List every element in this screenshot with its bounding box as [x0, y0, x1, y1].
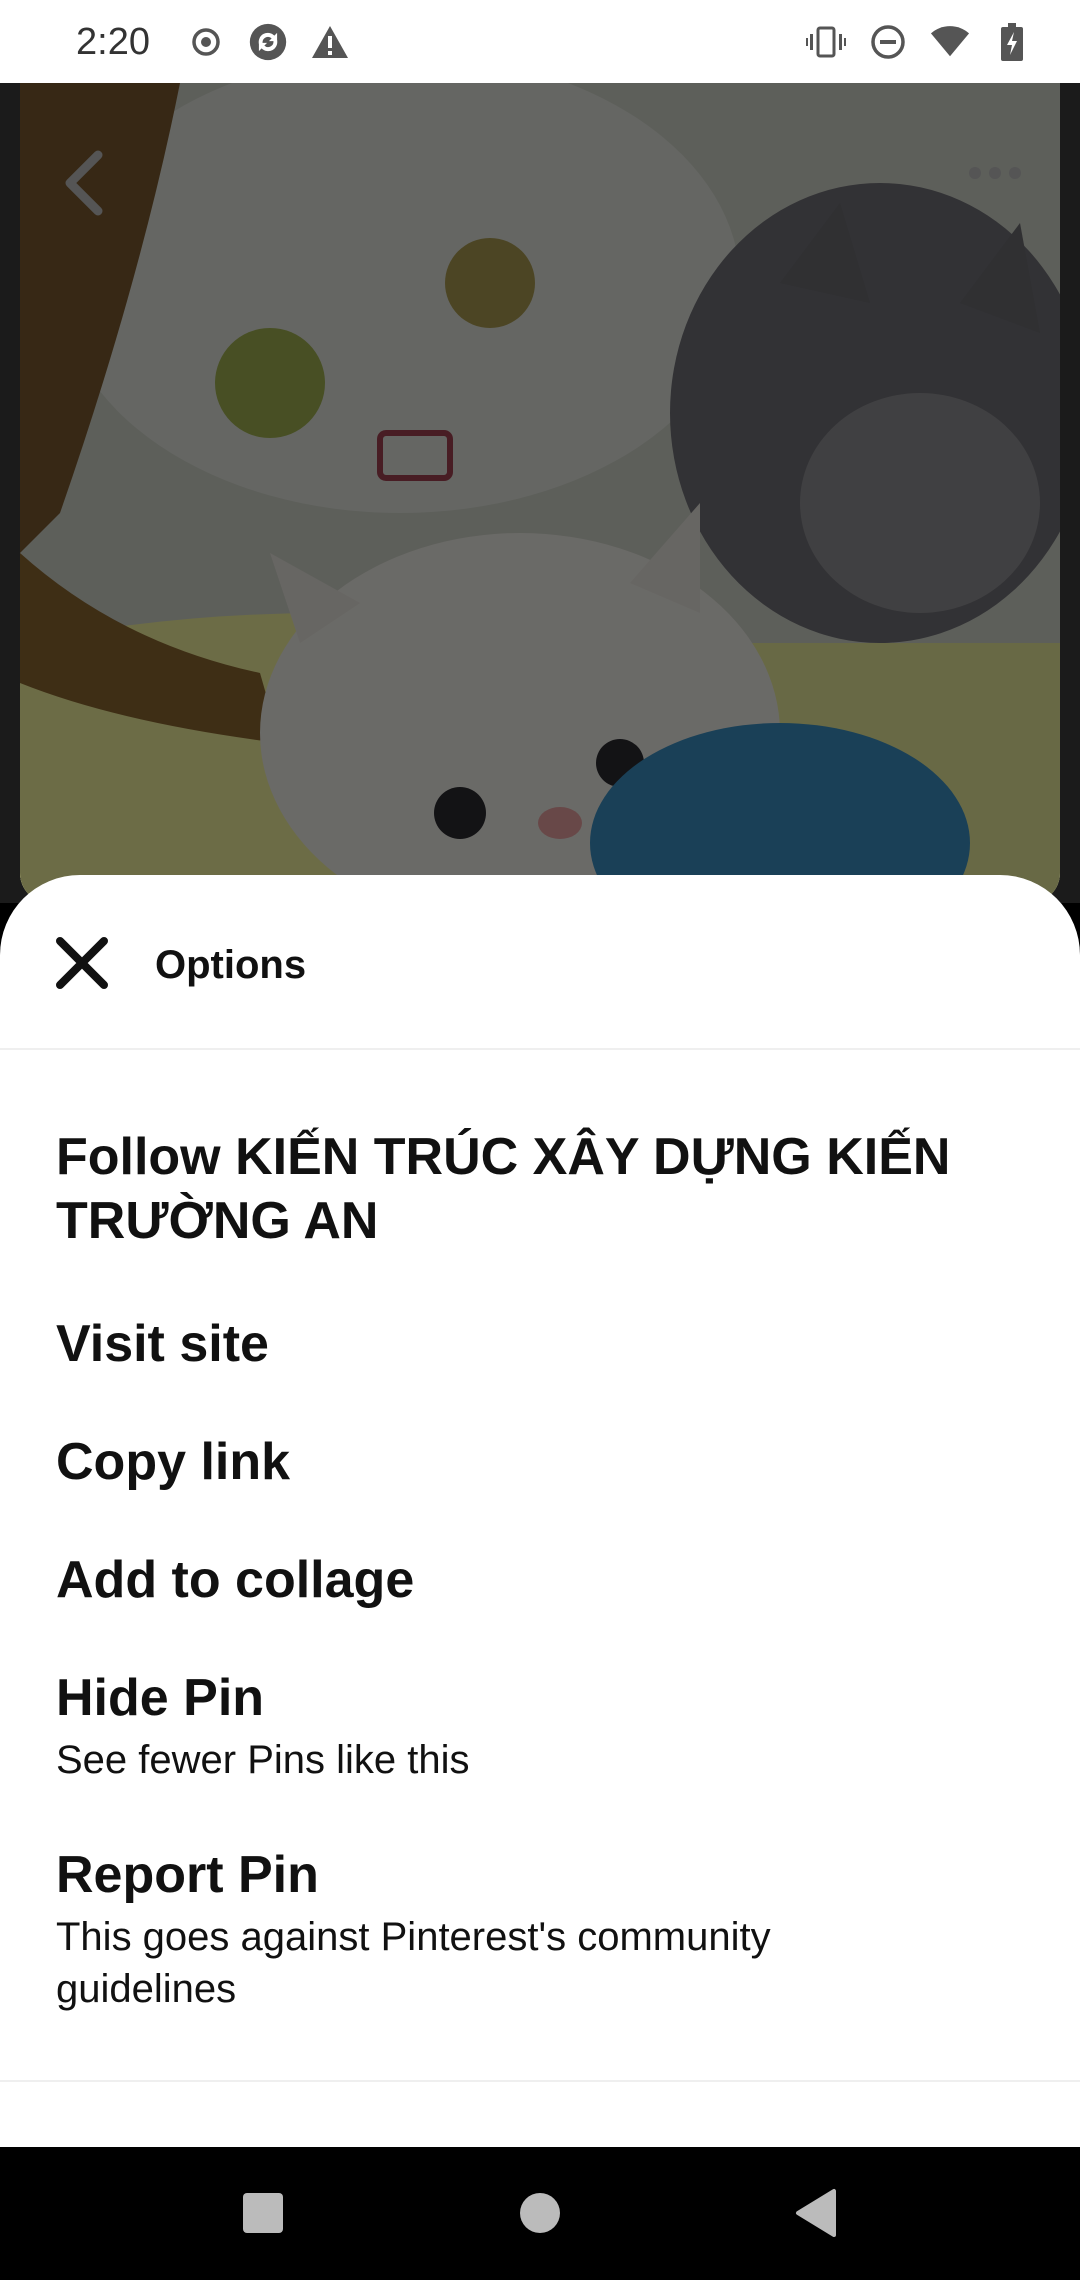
options-sheet: Options Follow KIẾN TRÚC XÂY DỰNG KIẾN T…: [0, 875, 1080, 2147]
back-button[interactable]: [54, 143, 114, 223]
dim-overlay: [20, 83, 1060, 903]
warning-icon: [310, 20, 350, 64]
report-pin-option-description: This goes against Pinterest's community …: [56, 1915, 771, 2011]
hide-pin-option-description: See fewer Pins like this: [56, 1738, 470, 1782]
vibrate-icon: [806, 20, 846, 64]
wifi-icon: [930, 20, 970, 64]
follow-option[interactable]: Follow KIẾN TRÚC XÂY DỰNG KIẾN TRƯỜNG AN: [0, 1125, 1080, 1253]
visit-site-option[interactable]: Visit site: [0, 1312, 1080, 1376]
more-options-button[interactable]: [960, 153, 1030, 193]
status-bar: 2:20: [0, 0, 1080, 83]
chevron-left-icon: [65, 150, 103, 216]
copy-link-option-label: Copy link: [56, 1433, 291, 1491]
close-button[interactable]: [52, 933, 112, 993]
sheet-divider: [0, 2080, 1080, 2082]
system-nav-bar: [0, 2147, 1080, 2280]
copy-link-option[interactable]: Copy link: [0, 1430, 1080, 1494]
back-icon: [796, 2189, 836, 2237]
do-not-disturb-icon: [868, 20, 908, 64]
battery-icon: [992, 20, 1032, 64]
recents-icon: [243, 2193, 283, 2233]
kittens-photo: [20, 83, 1060, 903]
home-icon: [520, 2193, 560, 2233]
close-icon: [56, 937, 108, 989]
add-to-collage-option-label: Add to collage: [56, 1551, 415, 1609]
home-button[interactable]: [508, 2181, 572, 2245]
pin-image-area: [0, 83, 1080, 903]
sheet-header: Options: [0, 875, 1080, 1050]
sheet-title: Options: [155, 943, 307, 987]
more-dot: [969, 167, 981, 179]
recents-button[interactable]: [231, 2181, 295, 2245]
add-to-collage-option[interactable]: Add to collage: [0, 1548, 1080, 1612]
more-dot: [989, 167, 1001, 179]
report-pin-option[interactable]: Report Pin This goes against Pinterest's…: [0, 1843, 1080, 2015]
nav-back-button[interactable]: [784, 2181, 848, 2245]
more-dot: [1009, 167, 1021, 179]
status-left-icons: [186, 20, 350, 64]
status-right-icons: [806, 20, 1032, 64]
hide-pin-option-label: Hide Pin: [56, 1669, 265, 1727]
sync-icon: [248, 20, 288, 64]
follow-option-label: Follow KIẾN TRÚC XÂY DỰNG KIẾN TRƯỜNG AN: [56, 1128, 951, 1250]
visit-site-option-label: Visit site: [56, 1315, 269, 1373]
status-time: 2:20: [76, 21, 150, 63]
record-icon: [186, 20, 226, 64]
report-pin-option-label: Report Pin: [56, 1846, 319, 1904]
hide-pin-option[interactable]: Hide Pin See fewer Pins like this: [0, 1666, 1080, 1786]
